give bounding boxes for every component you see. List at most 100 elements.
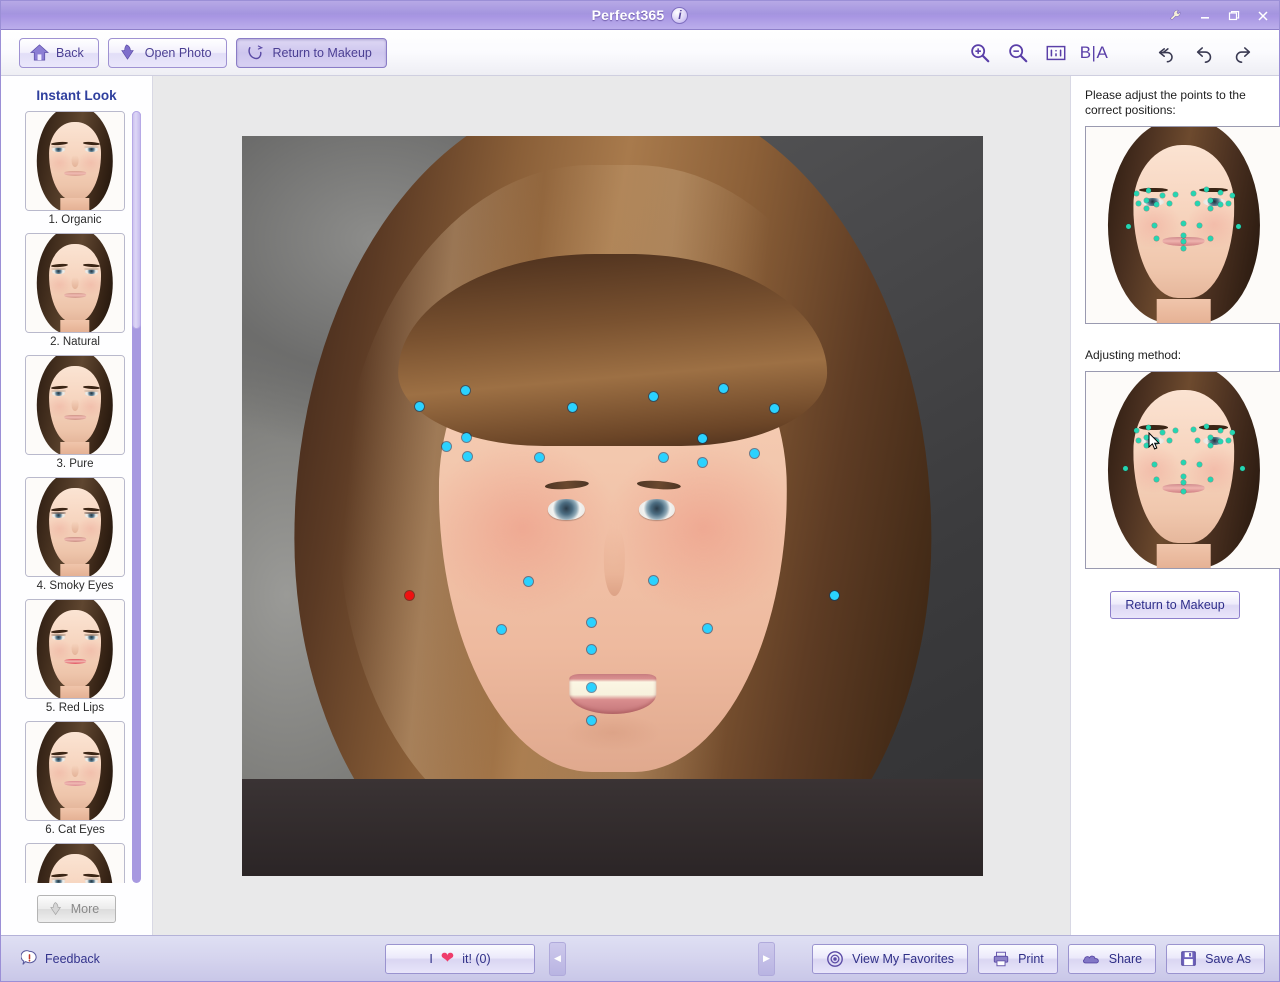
return-to-makeup-toolbar-label: Return to Makeup xyxy=(272,45,372,60)
settings-wrench-icon[interactable] xyxy=(1168,8,1184,24)
reference-point-9 xyxy=(1143,198,1149,203)
look-item-4[interactable]: 4. Smoky Eyes xyxy=(25,477,125,592)
minimize-button[interactable] xyxy=(1197,8,1213,24)
floppy-save-icon xyxy=(1180,950,1197,967)
method-neck xyxy=(1156,544,1211,568)
feature-point-eye-r-bottom[interactable] xyxy=(697,458,707,468)
look-thumbnail-2[interactable] xyxy=(25,233,125,333)
i-love-it-button[interactable]: I ❤ it! (0) xyxy=(385,943,535,974)
share-label: Share xyxy=(1108,951,1143,966)
look-item-3[interactable]: 3. Pure xyxy=(25,355,125,470)
reference-point-15 xyxy=(1218,201,1224,207)
method-face-image xyxy=(1086,372,1280,568)
adjusting-method-label: Adjusting method: xyxy=(1085,348,1182,362)
feedback-icon xyxy=(21,950,38,967)
looks-scrollbar-thumb[interactable] xyxy=(132,111,141,329)
adjusting-method-preview[interactable] xyxy=(1085,371,1280,569)
more-button-label: More xyxy=(70,902,100,916)
print-label: Print xyxy=(1018,951,1044,966)
method-point-13 xyxy=(1194,438,1200,444)
chin-shading xyxy=(563,713,662,753)
edited-photo[interactable] xyxy=(242,135,983,876)
look-thumbnail-1[interactable] xyxy=(25,111,125,211)
more-bar: More xyxy=(1,883,152,935)
look-thumbnail-5[interactable] xyxy=(25,599,125,699)
feature-point-cheek-r[interactable] xyxy=(829,591,839,601)
pager-previous-icon: ◀ xyxy=(554,953,561,963)
look-item-5[interactable]: 5. Red Lips xyxy=(25,599,125,714)
bottom-bar: Feedback I ❤ it! (0) ◀ ▶ View My Favorit… xyxy=(1,935,1279,981)
reference-point-2 xyxy=(1159,193,1165,199)
look-item-2[interactable]: 2. Natural xyxy=(25,233,125,348)
reference-point-18 xyxy=(1151,222,1157,228)
view-my-favorites-button[interactable]: View My Favorites xyxy=(812,943,969,974)
pager-next-button[interactable]: ▶ xyxy=(758,941,775,976)
looks-scrollbar-track[interactable] xyxy=(132,111,141,883)
reference-point-7 xyxy=(1229,193,1235,199)
back-button-label: Back xyxy=(56,45,84,60)
zoom-out-icon[interactable] xyxy=(999,36,1037,70)
share-cloud-icon xyxy=(1082,951,1101,967)
feature-point-eye-r-inner[interactable] xyxy=(659,452,669,462)
look-label-3: 3. Pure xyxy=(56,458,94,470)
feedback-label: Feedback xyxy=(45,951,100,966)
open-photo-button[interactable]: Open Photo xyxy=(107,37,227,68)
left-eyebrow xyxy=(544,479,589,492)
info-icon[interactable]: i xyxy=(671,6,689,24)
look-item-1[interactable]: 1. Organic xyxy=(25,111,125,226)
close-button[interactable] xyxy=(1255,8,1271,24)
toolbar-left-group: Back Open Photo Return to Makeup xyxy=(19,37,387,68)
method-point-21 xyxy=(1122,465,1128,471)
look-item-6[interactable]: 6. Cat Eyes xyxy=(25,721,125,836)
more-arrow-icon xyxy=(48,901,64,917)
before-after-label: B|A xyxy=(1079,42,1109,62)
maximize-button[interactable] xyxy=(1226,8,1242,24)
feature-point-brow-r-inner[interactable] xyxy=(648,392,658,402)
feedback-button[interactable]: Feedback xyxy=(21,950,100,967)
zoom-in-icon[interactable] xyxy=(961,36,999,70)
photo-canvas-area[interactable] xyxy=(153,76,1070,935)
pager-previous-button[interactable]: ◀ xyxy=(549,941,566,976)
actual-size-icon[interactable] xyxy=(1037,36,1075,70)
look-thumbnail-4[interactable] xyxy=(25,477,125,577)
method-point-17 xyxy=(1225,438,1231,444)
right-eye xyxy=(638,499,676,520)
return-to-makeup-toolbar-button[interactable]: Return to Makeup xyxy=(235,37,387,68)
redo-icon[interactable] xyxy=(1223,36,1261,70)
look-label-5: 5. Red Lips xyxy=(45,702,105,714)
undo-icon[interactable] xyxy=(1185,36,1223,70)
look-thumbnail-6[interactable] xyxy=(25,721,125,821)
look-item-7[interactable] xyxy=(25,843,125,883)
feature-point-brow-r-outer[interactable] xyxy=(769,404,779,414)
reference-point-23 xyxy=(1153,236,1159,242)
toolbar-right-group: B|A xyxy=(961,36,1261,70)
feature-point-nose-l[interactable] xyxy=(523,577,533,587)
back-button[interactable]: Back xyxy=(19,37,99,68)
return-to-makeup-panel-button[interactable]: Return to Makeup xyxy=(1110,591,1240,619)
save-as-button[interactable]: Save As xyxy=(1166,943,1265,974)
reference-points-preview[interactable] xyxy=(1085,126,1280,324)
feature-point-eye-l-outer[interactable] xyxy=(442,441,452,451)
face-makeup-icon xyxy=(246,43,266,63)
looks-list: 1. Organic 2. Natural 3. Pure 4. Smoky Eyes… xyxy=(1,111,152,883)
reference-point-10 xyxy=(1153,201,1159,207)
print-button[interactable]: Print xyxy=(978,943,1058,974)
more-looks-button[interactable]: More xyxy=(36,895,117,923)
bottom-bar-actions: View My Favorites Print Share Save As xyxy=(812,943,1265,974)
reference-point-20 xyxy=(1196,222,1202,228)
look-label-4: 4. Smoky Eyes xyxy=(36,580,114,592)
open-photo-button-label: Open Photo xyxy=(144,45,212,60)
feature-point-mouth-r[interactable] xyxy=(702,623,712,633)
before-after-toggle[interactable]: B|A xyxy=(1075,36,1113,70)
feature-point-eye-l-top[interactable] xyxy=(462,432,472,442)
adjustment-panel: Please adjust the points to the correct … xyxy=(1070,76,1280,935)
feature-point-eye-l-bottom[interactable] xyxy=(462,452,472,462)
pager-next-icon: ▶ xyxy=(763,953,770,963)
look-label-1: 1. Organic xyxy=(48,214,102,226)
share-button[interactable]: Share xyxy=(1067,943,1157,974)
adjust-instruction: Please adjust the points to the correct … xyxy=(1085,88,1246,117)
reference-point-4 xyxy=(1190,191,1196,197)
look-thumbnail-3[interactable] xyxy=(25,355,125,455)
look-thumbnail-7[interactable] xyxy=(25,843,125,883)
undo-all-icon[interactable] xyxy=(1147,36,1185,70)
